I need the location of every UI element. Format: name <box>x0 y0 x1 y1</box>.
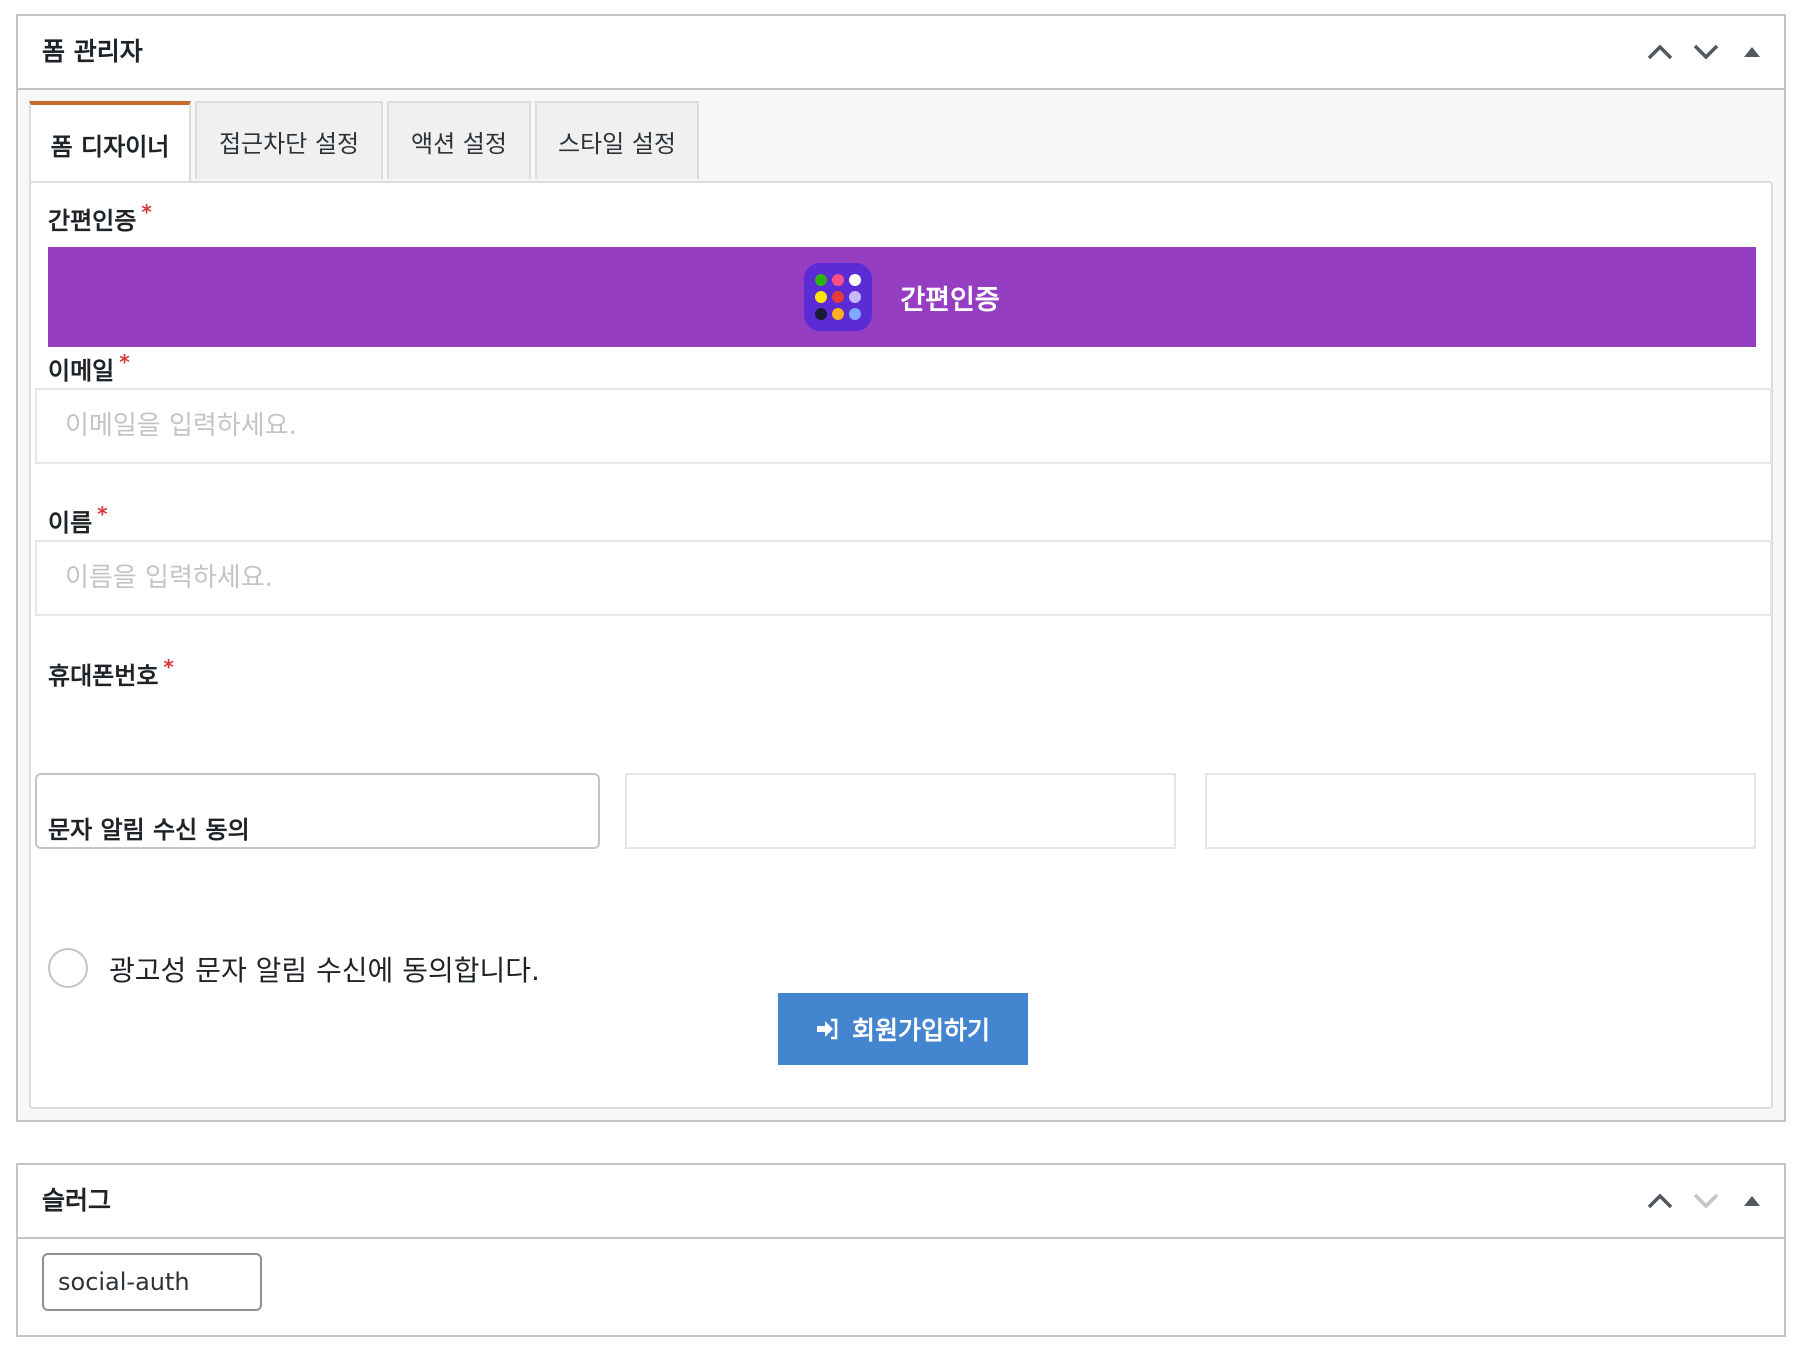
email-input[interactable] <box>35 388 1772 464</box>
tab-access-block-settings[interactable]: 접근차단 설정 <box>195 101 383 179</box>
sms-consent-label: 문자 알림 수신 동의 <box>48 816 250 844</box>
required-mark: * <box>141 200 152 224</box>
tab-form-designer[interactable]: 폼 디자이너 <box>29 101 191 183</box>
move-down-button[interactable] <box>1690 1181 1722 1221</box>
app-grid-icon <box>804 263 873 331</box>
chevron-down-icon <box>1693 1193 1719 1209</box>
chevron-up-icon <box>1647 1193 1673 1209</box>
sso-field-label: 간편인증 * <box>48 200 152 236</box>
handle-actions <box>1644 16 1768 88</box>
phone-part-2-input[interactable] <box>625 773 1176 849</box>
form-manager-postbox: 폼 관리자 폼 디자이너 접근차단 설정 액션 설정 스타일 설정 간편인증* <box>16 14 1786 1122</box>
triangle-up-icon <box>1744 1196 1760 1206</box>
email-label-text: 이메일 <box>48 357 115 385</box>
slug-postbox: 슬러그 <box>16 1163 1786 1337</box>
sign-in-icon <box>816 1018 838 1040</box>
move-down-button[interactable] <box>1690 32 1722 72</box>
postbox-title: 폼 관리자 <box>42 37 143 66</box>
chevron-down-icon <box>1693 44 1719 60</box>
sso-label-text: 간편인증 <box>48 207 137 235</box>
required-mark: * <box>119 350 130 374</box>
name-field-label: 이름 * <box>48 502 108 538</box>
chevron-up-icon <box>1647 44 1673 60</box>
tab-bar: 폼 디자이너 접근차단 설정 액션 설정 스타일 설정 <box>29 101 699 183</box>
move-up-button[interactable] <box>1644 32 1676 72</box>
signup-button-label: 회원가입하기 <box>851 1016 990 1045</box>
simple-auth-button[interactable]: 간편인증 <box>48 247 1756 347</box>
triangle-up-icon <box>1744 47 1760 57</box>
phone-part-3-input[interactable] <box>1205 773 1756 849</box>
email-field-label: 이메일 * <box>48 350 130 386</box>
postbox-title: 슬러그 <box>42 1186 112 1215</box>
sms-consent-checkbox[interactable] <box>48 948 88 988</box>
signup-button[interactable]: 회원가입하기 <box>778 993 1028 1065</box>
move-up-button[interactable] <box>1644 1181 1676 1221</box>
tab-action-settings[interactable]: 액션 설정 <box>387 101 531 179</box>
handle-actions <box>1644 1165 1768 1237</box>
postbox-header: 슬러그 <box>18 1165 1784 1239</box>
phone-label-text: 휴대폰번호 <box>48 662 159 690</box>
simple-auth-button-label: 간편인증 <box>900 284 1000 316</box>
toggle-panel-button[interactable] <box>1736 1181 1768 1221</box>
tab-style-settings[interactable]: 스타일 설정 <box>535 101 699 179</box>
toggle-panel-button[interactable] <box>1736 32 1768 72</box>
name-label-text: 이름 <box>48 509 93 537</box>
name-input[interactable] <box>35 540 1772 616</box>
required-mark: * <box>163 655 174 679</box>
sms-consent-option-text: 광고성 문자 알림 수신에 동의합니다. <box>109 954 540 987</box>
form-designer-panel: 간편인증 * 간편인증 이메일 * 이메일을 입력하세요. 이름 * 이름을 입… <box>29 181 1773 1109</box>
slug-input[interactable] <box>42 1253 262 1311</box>
postbox-header: 폼 관리자 <box>18 16 1784 90</box>
phone-field-label: 휴대폰번호 * <box>48 655 174 691</box>
required-mark: * <box>97 502 108 526</box>
tabs-area: 폼 디자이너 접근차단 설정 액션 설정 스타일 설정 간편인증 * 간편인증 … <box>18 90 1784 1120</box>
